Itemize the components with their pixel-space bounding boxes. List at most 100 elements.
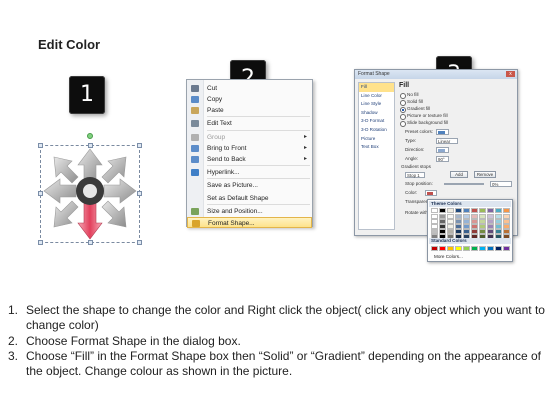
menu-separator [207, 178, 310, 179]
radio-picture-fill[interactable]: Picture or texture fill [400, 113, 448, 120]
stop-position-field[interactable]: 0% [490, 181, 512, 187]
color-swatch[interactable] [455, 208, 462, 213]
instruction-number: 2. [8, 333, 19, 348]
color-swatch[interactable] [479, 246, 486, 251]
color-swatch[interactable] [447, 246, 454, 251]
format-shape-icon [192, 220, 200, 227]
close-icon[interactable]: x [506, 71, 515, 77]
type-dropdown[interactable]: Linear [436, 138, 458, 144]
instruction-text: Choose Format Shape in the dialog box. [26, 333, 241, 348]
menu-item-label: Size and Position... [207, 208, 263, 215]
color-palette: Theme Colors Standard Colors More Colors… [427, 199, 513, 262]
menu-item[interactable]: Edit Text [187, 118, 312, 129]
menu-item-label: Save as Picture... [207, 182, 258, 189]
sidebar-item-line-style[interactable]: Line Style [359, 100, 394, 109]
menu-item[interactable]: Size and Position... [187, 206, 312, 217]
send-back-icon [191, 156, 199, 163]
color-swatch[interactable] [471, 246, 478, 251]
menu-item-label: Format Shape... [208, 220, 255, 227]
add-stop-button[interactable]: Add [450, 171, 468, 178]
preset-colors-label: Preset colors: [405, 129, 434, 134]
menu-item[interactable]: Send to Back ▸ [187, 154, 312, 165]
radio-slide-background-fill[interactable]: Slide background fill [400, 120, 448, 127]
edit-text-icon [191, 120, 199, 127]
remove-stop-button[interactable]: Remove [474, 171, 496, 178]
menu-item-label: Hyperlink... [207, 169, 240, 176]
radial-arrows-graphic [43, 148, 137, 240]
instruction-item: 3. Choose “Fill” in the Format Shape box… [8, 349, 554, 380]
stop-dropdown[interactable]: Stop 1 [405, 172, 425, 178]
menu-item-label: Paste [207, 107, 224, 114]
menu-item-label: Copy [207, 96, 223, 103]
menu-separator [207, 204, 310, 205]
color-swatch[interactable] [431, 208, 438, 213]
context-menu: Cut Copy Paste Edit Text Group ▸ Bring to Fron… [186, 79, 313, 228]
sidebar-item-shadow[interactable]: Shadow [359, 109, 394, 118]
menu-item[interactable]: Cut [187, 83, 312, 94]
color-swatch[interactable] [503, 246, 510, 251]
more-colors-option[interactable]: More Colors... [432, 254, 463, 260]
radio-no-fill[interactable]: No fill [400, 92, 419, 99]
color-swatch[interactable] [455, 246, 462, 251]
sidebar-item-3d-rotation[interactable]: 3-D Rotation [359, 126, 394, 135]
menu-item[interactable]: Set as Default Shape [187, 193, 312, 204]
menu-item-label: Set as Default Shape [207, 195, 269, 202]
selected-shape[interactable] [36, 133, 146, 245]
menu-item[interactable]: Group ▸ [187, 132, 312, 143]
instruction-item: 1. Select the shape to change the color … [8, 303, 554, 334]
menu-item[interactable]: Hyperlink... [187, 167, 312, 178]
paste-icon [191, 107, 199, 114]
direction-label: Direction: [405, 147, 425, 152]
color-swatch[interactable] [439, 246, 446, 251]
menu-item-label: Send to Back [207, 156, 246, 163]
color-swatch[interactable] [495, 208, 502, 213]
instruction-number: 1. [8, 303, 19, 317]
group-icon [191, 134, 199, 141]
menu-item[interactable]: Paste [187, 105, 312, 116]
menu-item[interactable]: Bring to Front ▸ [187, 143, 312, 154]
radio-gradient-fill[interactable]: Gradient fill [400, 106, 430, 113]
sidebar-item-line-color[interactable]: Line Color [359, 92, 394, 101]
sidebar-item-3d-format[interactable]: 3-D Format [359, 117, 394, 126]
hyperlink-icon [191, 169, 199, 176]
menu-item[interactable]: Format Shape... [187, 217, 312, 228]
color-swatch[interactable] [431, 246, 438, 251]
menu-item-label: Edit Text [207, 120, 232, 127]
step-badge-1: 1 [69, 76, 105, 114]
color-swatch[interactable] [471, 208, 478, 213]
preset-colors-dropdown[interactable] [436, 129, 449, 135]
menu-item[interactable]: Copy [187, 94, 312, 105]
menu-item[interactable]: Save as Picture... [187, 180, 312, 191]
radio-solid-fill[interactable]: Solid fill [400, 99, 423, 106]
sidebar-item-picture[interactable]: Picture [359, 135, 394, 144]
color-swatch[interactable] [495, 246, 502, 251]
copy-icon [191, 96, 199, 103]
scissors-icon [191, 85, 199, 92]
angle-field[interactable]: 90° [436, 156, 449, 162]
standard-colors-label: Standard Colors [429, 238, 511, 244]
submenu-arrow-icon: ▸ [303, 145, 307, 151]
direction-dropdown[interactable] [436, 147, 449, 153]
sidebar-item-fill[interactable]: Fill [359, 83, 394, 92]
stop-position-slider[interactable] [444, 183, 484, 185]
color-swatch[interactable] [463, 208, 470, 213]
page-title: Edit Color [38, 37, 101, 52]
color-swatch[interactable] [479, 208, 486, 213]
color-swatch[interactable] [447, 208, 454, 213]
instruction-item: 2. Choose Format Shape in the dialog box… [8, 334, 554, 349]
color-swatch[interactable] [463, 246, 470, 251]
color-swatch[interactable] [487, 208, 494, 213]
menu-separator [207, 130, 310, 131]
sidebar-item-text-box[interactable]: Text Box [359, 143, 394, 152]
color-swatch[interactable] [487, 246, 494, 251]
size-icon [191, 208, 199, 215]
instructions-list: 1. Select the shape to change the color … [8, 303, 554, 379]
instruction-number: 3. [8, 348, 19, 363]
color-swatch[interactable] [503, 208, 510, 213]
menu-item-label: Group [207, 134, 226, 141]
color-dropdown[interactable] [425, 190, 437, 196]
color-swatch[interactable] [439, 208, 446, 213]
angle-label: Angle: [405, 156, 419, 161]
dialog-sidebar: Fill Line Color Line Style Shadow 3-D Fo… [358, 82, 395, 230]
color-label: Color: [405, 190, 418, 195]
